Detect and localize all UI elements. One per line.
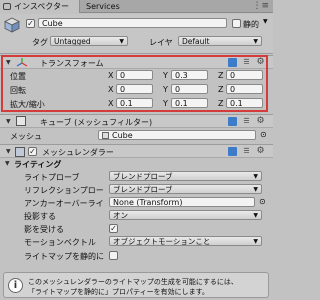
object-picker-icon[interactable]: ⊙ [259, 197, 266, 206]
lightmap-info-notice: i このメッシュレンダラーのライトマップの生成を可能にするには、 「ライトマップ… [3, 272, 269, 298]
preset-sliders-icon[interactable]: ☰ [242, 147, 251, 156]
chevron-down-icon: ▼ [253, 186, 258, 193]
mesh-filter-header[interactable]: ▼ キューブ (メッシュフィルター) ☰ ⚙ [0, 114, 273, 128]
object-header: ✓ Cube 静的 ▼ タグ Untagged ▼ レイヤ Default ▼ [0, 14, 273, 54]
grid-mesh-icon [16, 116, 26, 126]
mesh-label: メッシュ [10, 132, 42, 141]
inspector-icon [3, 3, 11, 10]
cast-shadows-label: 投影する [24, 212, 56, 221]
chevron-down-icon: ▼ [253, 173, 258, 180]
notice-line-2: 「ライトマップを静的に」プロパティーを有効にします。 [28, 288, 209, 296]
static-label: 静的 [243, 20, 259, 29]
mesh-filter-body: メッシュ Cube ⊙ [0, 128, 273, 143]
tag-label: タグ [32, 38, 48, 47]
light-probes-label: ライトプローブ [24, 173, 80, 182]
cast-shadows-value: オン [113, 211, 128, 220]
cast-shadows-dropdown[interactable]: オン ▼ [109, 210, 262, 220]
chevron-down-icon: ▼ [253, 238, 258, 245]
lightmap-static-checkbox[interactable] [109, 251, 118, 260]
static-checkbox[interactable] [232, 19, 241, 28]
mesh-object-field[interactable]: Cube [98, 130, 256, 140]
active-checkbox[interactable]: ✓ [26, 19, 35, 28]
preset-sliders-icon[interactable]: ☰ [242, 117, 251, 126]
tag-dropdown[interactable]: Untagged ▼ [50, 36, 128, 46]
motion-vectors-value: オブジェクトモーションこと [113, 237, 211, 246]
lighting-label: ライティング [14, 160, 62, 169]
tag-value: Untagged [54, 37, 91, 46]
mesh-renderer-header[interactable]: ▼ ✓ メッシュレンダラー ☰ ⚙ [0, 144, 273, 158]
object-picker-icon[interactable]: ⊙ [260, 130, 267, 139]
light-probes-dropdown[interactable]: ブレンドプローブ ▼ [109, 171, 262, 181]
inspector-window: インスペクター Services ⋮≡ ✓ Cube 静的 ▼ タグ Untag… [0, 0, 273, 300]
component-header-icons: ☰ ⚙ [228, 147, 268, 157]
lightmap-static-label: ライトマップを静的に [24, 252, 104, 261]
tab-inspector-label: インスペクター [14, 2, 69, 11]
mesh-renderer-enabled-checkbox[interactable]: ✓ [28, 147, 37, 156]
layer-value: Default [182, 37, 210, 46]
mesh-renderer-icon [15, 147, 25, 157]
anchor-override-field[interactable]: None (Transform) [109, 197, 255, 207]
tab-services[interactable]: Services [84, 0, 120, 13]
chevron-down-icon: ▼ [119, 38, 124, 45]
help-book-icon[interactable] [228, 147, 237, 156]
object-name-input[interactable]: Cube [38, 18, 227, 28]
lighting-foldout-arrow-icon[interactable]: ▼ [5, 160, 10, 167]
mesh-filter-title: キューブ (メッシュフィルター) [40, 118, 153, 127]
tab-menu-icon[interactable]: ⋮≡ [252, 1, 269, 11]
foldout-arrow-icon[interactable]: ▼ [6, 148, 11, 155]
anchor-override-label: アンカーオーバーライ [24, 199, 104, 208]
reflection-probes-label: リフレクションプロー [24, 186, 104, 195]
receive-shadows-label: 影を受ける [24, 225, 64, 234]
layer-label: レイヤ [149, 38, 173, 47]
motion-vectors-dropdown[interactable]: オブジェクトモーションこと ▼ [109, 236, 262, 246]
mesh-value: Cube [112, 131, 133, 140]
layer-dropdown[interactable]: Default ▼ [178, 36, 262, 46]
foldout-arrow-icon[interactable]: ▼ [6, 118, 11, 125]
gear-icon[interactable]: ⚙ [256, 147, 265, 156]
motion-vectors-label: モーションベクトル [24, 238, 96, 247]
light-probes-value: ブレンドプローブ [113, 172, 173, 181]
grid-mesh-icon [102, 132, 109, 139]
info-icon: i [8, 278, 23, 293]
transform-highlight-box [1, 55, 268, 112]
component-header-icons: ☰ ⚙ [228, 117, 268, 127]
help-book-icon[interactable] [228, 117, 237, 126]
receive-shadows-checkbox[interactable]: ✓ [109, 224, 118, 233]
mesh-renderer-body: ▼ ライティング ライトプローブ ブレンドプローブ ▼ リフレクションプロー ブレ… [0, 158, 273, 272]
chevron-down-icon: ▼ [253, 38, 258, 45]
tab-inspector[interactable]: インスペクター [0, 0, 80, 13]
cube-object-icon [4, 17, 20, 33]
static-dropdown-arrow-icon[interactable]: ▼ [263, 18, 268, 25]
notice-line-1: このメッシュレンダラーのライトマップの生成を可能にするには、 [28, 278, 238, 286]
chevron-down-icon: ▼ [253, 212, 258, 219]
gear-icon[interactable]: ⚙ [256, 117, 265, 126]
tab-services-label: Services [86, 2, 120, 11]
tab-bar: インスペクター Services ⋮≡ [0, 0, 273, 13]
reflection-probes-dropdown[interactable]: ブレンドプローブ ▼ [109, 184, 262, 194]
mesh-renderer-title: メッシュレンダラー [42, 148, 114, 157]
reflection-probes-value: ブレンドプローブ [113, 185, 173, 194]
